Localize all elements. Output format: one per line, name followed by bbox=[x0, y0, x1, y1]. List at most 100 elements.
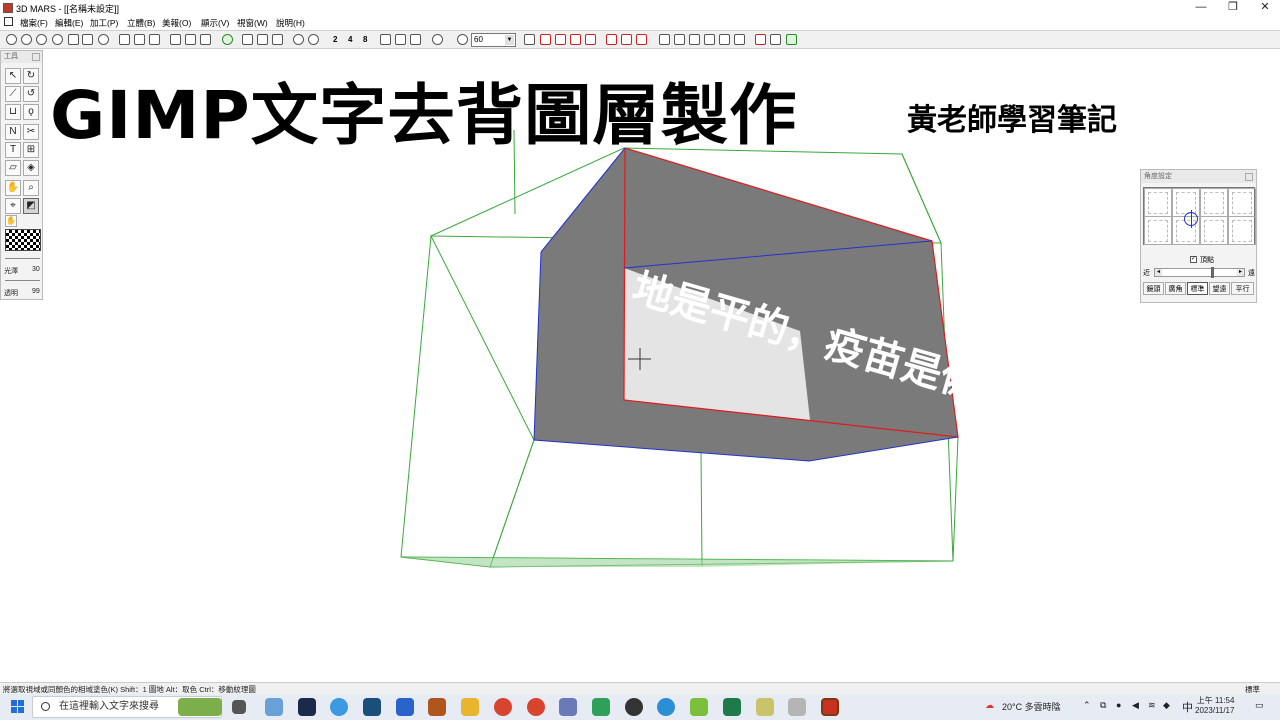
app-icon-11[interactable] bbox=[756, 698, 774, 716]
scissors-tool-icon[interactable]: ✂ bbox=[23, 124, 39, 140]
app-icon-9[interactable] bbox=[690, 698, 708, 716]
tab-wide[interactable]: 廣角 bbox=[1165, 282, 1186, 295]
curve-tool-icon[interactable]: N bbox=[5, 124, 21, 140]
vertex-checkbox[interactable]: ✓ bbox=[1190, 256, 1197, 263]
menu-edit[interactable]: 編輯(E) bbox=[55, 17, 83, 29]
grid-icon-2[interactable] bbox=[621, 34, 632, 45]
align-icon-2[interactable] bbox=[674, 34, 685, 45]
tab-parallel[interactable]: 平行 bbox=[1231, 282, 1254, 295]
close-icon[interactable] bbox=[1245, 173, 1253, 181]
cylinder-icon[interactable] bbox=[6, 34, 17, 45]
print-icon[interactable] bbox=[524, 34, 535, 45]
pen-tool-icon[interactable]: ⟋ bbox=[5, 86, 21, 102]
angle-cell[interactable] bbox=[1200, 216, 1228, 245]
menu-file[interactable]: 檔案(F) bbox=[20, 17, 48, 29]
frame-icon[interactable] bbox=[134, 34, 145, 45]
app-tray-icon[interactable]: ◆ bbox=[1163, 700, 1170, 711]
align-icon-6[interactable] bbox=[734, 34, 745, 45]
subdivide-4-button[interactable]: 4 bbox=[348, 35, 352, 44]
tab-tele[interactable]: 望遠 bbox=[1209, 282, 1230, 295]
align-icon-5[interactable] bbox=[719, 34, 730, 45]
angle-cell[interactable] bbox=[1144, 216, 1172, 245]
rotate-alt-tool-icon[interactable]: ↺ bbox=[23, 86, 39, 102]
tab-lens[interactable]: 鏡頭 bbox=[1143, 282, 1164, 295]
cube-tool-icon[interactable]: ◈ bbox=[23, 160, 39, 176]
lasso-tool-icon[interactable]: ϙ bbox=[23, 104, 39, 120]
menu-render[interactable]: 美報(O) bbox=[162, 17, 191, 29]
windows-start-icon[interactable] bbox=[11, 700, 25, 714]
extrude-tool-icon[interactable]: ⊔ bbox=[5, 104, 21, 120]
chevron-up-icon[interactable]: ⌃ bbox=[1083, 700, 1091, 711]
menu-view[interactable]: 顯示(V) bbox=[201, 17, 229, 29]
zoom-select[interactable]: 60 ▼ bbox=[471, 33, 516, 47]
tree-icon[interactable] bbox=[170, 34, 181, 45]
red-cube-icon-3[interactable] bbox=[570, 34, 581, 45]
cube-icon[interactable] bbox=[242, 34, 253, 45]
image-frame-icon[interactable] bbox=[149, 34, 160, 45]
grid-icon-3[interactable] bbox=[636, 34, 647, 45]
pointer-tool-icon[interactable]: ↖ bbox=[5, 68, 21, 84]
app-icon-7[interactable] bbox=[592, 698, 610, 716]
minimize-button[interactable]: — bbox=[1190, 0, 1212, 15]
red-cube-icon[interactable] bbox=[540, 34, 551, 45]
eyedropper-tool-icon[interactable]: ⌖ bbox=[5, 198, 21, 214]
align-icon-4[interactable] bbox=[704, 34, 715, 45]
cone-icon-2[interactable] bbox=[82, 34, 93, 45]
app-icon-8[interactable] bbox=[625, 698, 643, 716]
green-grid-icon[interactable] bbox=[786, 34, 797, 45]
tab-standard[interactable]: 標準 bbox=[1187, 282, 1208, 295]
cube-icon-3[interactable] bbox=[272, 34, 283, 45]
angle-cell[interactable] bbox=[1228, 188, 1256, 217]
close-icon[interactable] bbox=[32, 53, 40, 61]
speaker-icon[interactable]: ◀ bbox=[1132, 700, 1139, 711]
app-icon-12[interactable] bbox=[788, 698, 806, 716]
lens-icon[interactable] bbox=[432, 34, 443, 45]
sphere-icon[interactable] bbox=[293, 34, 304, 45]
menu-window[interactable]: 視窗(W) bbox=[237, 17, 268, 29]
square-icon[interactable] bbox=[119, 34, 130, 45]
task-view-icon[interactable] bbox=[232, 700, 246, 714]
close-button[interactable]: ✕ bbox=[1254, 0, 1276, 15]
texture-tool-icon[interactable]: ✋ bbox=[5, 215, 17, 227]
gloss-slider[interactable] bbox=[5, 258, 40, 259]
chrome-icon[interactable] bbox=[494, 698, 512, 716]
tree-icon-2[interactable] bbox=[185, 34, 196, 45]
globe-icon[interactable] bbox=[222, 34, 233, 45]
network-icon[interactable]: ⧉ bbox=[1100, 700, 1106, 711]
app-icon-4[interactable] bbox=[396, 698, 414, 716]
3dmars-taskbar-icon[interactable] bbox=[821, 698, 839, 716]
document-icon[interactable] bbox=[4, 17, 13, 26]
app-icon-10[interactable] bbox=[723, 698, 741, 716]
menu-process[interactable]: 加工(P) bbox=[90, 17, 118, 29]
app-icon-6[interactable] bbox=[559, 698, 577, 716]
opacity-slider[interactable] bbox=[5, 280, 40, 281]
cylinder-icon-2[interactable] bbox=[21, 34, 32, 45]
notification-icon[interactable]: ▭ bbox=[1255, 700, 1264, 711]
disk-icon[interactable] bbox=[98, 34, 109, 45]
angle-marker-icon[interactable] bbox=[1184, 210, 1198, 228]
text-tool-icon[interactable]: T bbox=[5, 142, 21, 158]
folder-icon[interactable] bbox=[461, 698, 479, 716]
grid-icon[interactable] bbox=[606, 34, 617, 45]
mirror-icon[interactable] bbox=[755, 34, 766, 45]
texture-pattern-swatch[interactable] bbox=[5, 229, 41, 251]
menu-help[interactable]: 說明(H) bbox=[276, 17, 305, 29]
angle-cell[interactable] bbox=[1228, 216, 1256, 245]
weather-text[interactable]: 20°C 多雲時陰 bbox=[1002, 700, 1061, 713]
subdivide-8-button[interactable]: 8 bbox=[363, 35, 367, 44]
weather-icon[interactable]: ☁ bbox=[985, 700, 994, 711]
hand-tool-icon[interactable]: ✋ bbox=[5, 180, 21, 196]
crop-tool-icon[interactable]: ⊞ bbox=[23, 142, 39, 158]
clock[interactable]: 上午 11:54 2023/11/17 bbox=[1195, 696, 1234, 716]
cylinder-icon-4[interactable] bbox=[52, 34, 63, 45]
cube-icon-2[interactable] bbox=[257, 34, 268, 45]
maximize-button[interactable]: ❐ bbox=[1222, 0, 1244, 15]
align-icon-3[interactable] bbox=[689, 34, 700, 45]
microphone-icon[interactable]: ● bbox=[1116, 700, 1121, 710]
cone-icon[interactable] bbox=[68, 34, 79, 45]
chrome-icon-2[interactable] bbox=[527, 698, 545, 716]
mail-icon[interactable] bbox=[363, 698, 381, 716]
align-icon[interactable] bbox=[659, 34, 670, 45]
ramp-icon[interactable] bbox=[380, 34, 391, 45]
chevron-down-icon[interactable]: ▼ bbox=[505, 35, 514, 45]
